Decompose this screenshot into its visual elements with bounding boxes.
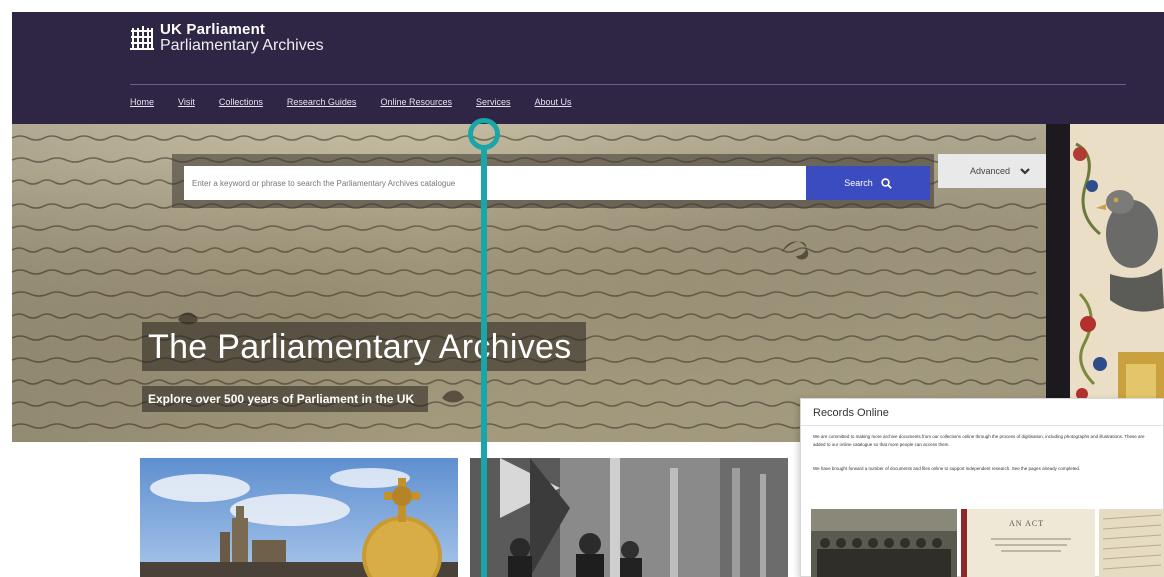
records-online-panel[interactable]: Records Online We are committed to makin… [800,398,1164,577]
advanced-search-button[interactable]: Advanced [938,154,1046,188]
records-thumb-act[interactable]: AN ACT [961,509,1095,577]
nav-collections[interactable]: Collections [219,97,263,107]
card-parliament-image[interactable] [140,458,458,577]
illuminated-manuscript-image[interactable] [1070,124,1164,418]
portcullis-icon [130,26,154,50]
site-header: UK Parliament Parliamentary Archives Hom… [12,12,1164,124]
nav-home[interactable]: Home [130,97,154,107]
chevron-down-icon [1020,167,1030,175]
header-divider [130,84,1126,85]
page: UK Parliament Parliamentary Archives Hom… [12,12,1164,577]
records-online-title: Records Online [813,407,889,419]
advanced-label: Advanced [969,166,1011,176]
nav-online-resources[interactable]: Online Resources [380,97,452,107]
search-button[interactable]: Search [806,166,930,200]
hero-subtitle-box: Explore over 500 years of Parliament in … [142,386,429,412]
brand-subtitle: Parliamentary Archives [160,36,324,54]
brand-title: UK Parliament [160,21,266,38]
nav-about-us[interactable]: About Us [535,97,572,107]
nav-research-guides[interactable]: Research Guides [287,97,357,107]
hero-banner: Search Advanced The Parliamentary Archiv… [12,124,1046,442]
records-online-paragraph-2: We have brought forward a number of docu… [813,466,1081,471]
search-icon [881,177,892,189]
annotation-pointer-line [481,148,487,577]
main-nav: Home Visit Collections Research Guides O… [130,97,596,107]
nav-visit[interactable]: Visit [178,97,195,107]
carousel-divider [1046,124,1070,442]
search-panel: Search [172,154,934,208]
annotation-marker-ring [468,118,500,150]
card-historic-photo[interactable] [470,458,788,577]
search-button-label: Search [844,178,873,188]
bird-illustration [1070,124,1164,418]
records-online-paragraph-1: We are committed to making more archive … [813,434,1145,447]
site-logo[interactable]: UK Parliament Parliamentary Archives [130,22,324,55]
search-input[interactable] [184,166,806,200]
records-thumb-photo[interactable] [811,509,957,577]
records-online-divider [801,425,1163,426]
hero-title-box: The Parliamentary Archives [142,322,586,371]
hero-subtitle[interactable]: Explore over 500 years of Parliament in … [148,392,414,406]
hero-title: The Parliamentary Archives [148,328,572,366]
nav-services[interactable]: Services [476,97,511,107]
records-thumb-document[interactable] [1099,509,1164,577]
